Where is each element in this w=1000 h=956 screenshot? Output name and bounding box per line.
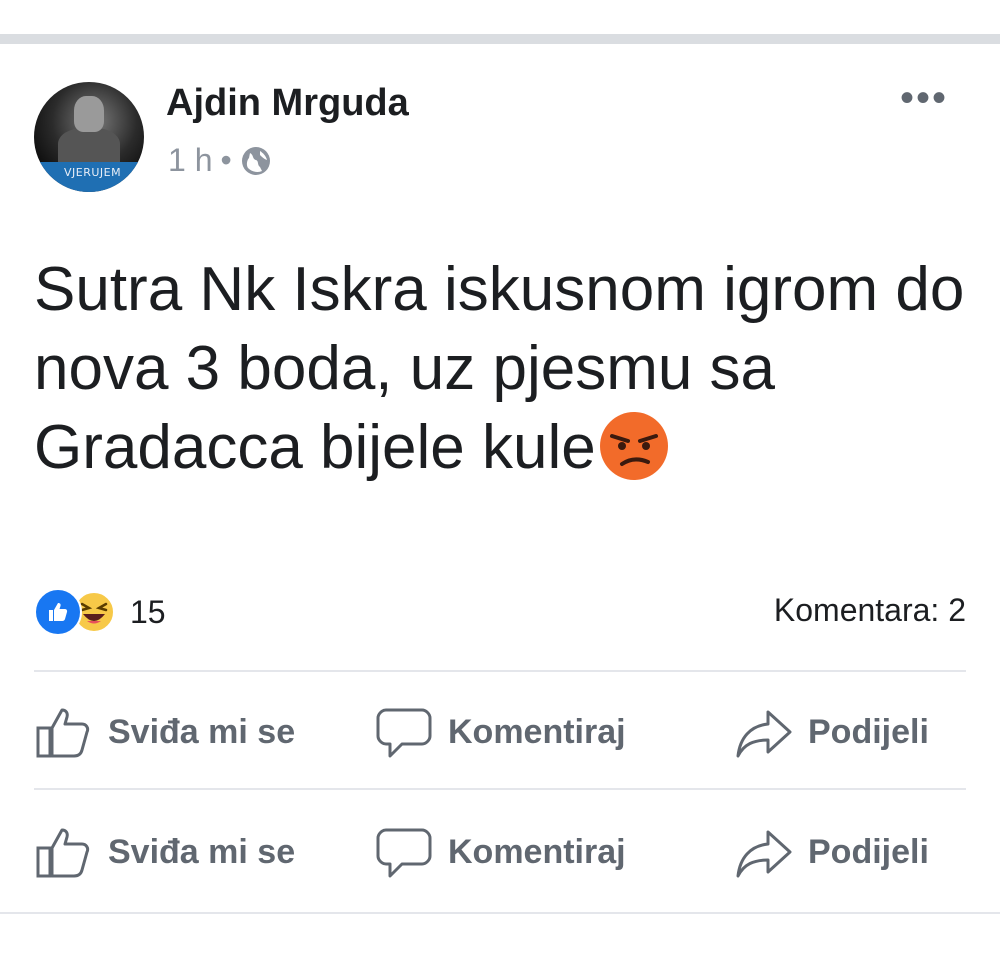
like-label: Sviđa mi se: [108, 712, 296, 751]
avatar[interactable]: VJERUJEM: [34, 82, 144, 192]
share-label: Podijeli: [808, 832, 929, 871]
action-bar: Sviđa mi se Komentiraj Podijeli: [0, 694, 1000, 774]
comment-button[interactable]: Komentiraj: [374, 822, 626, 882]
thumbs-up-icon: [49, 603, 68, 621]
like-button[interactable]: Sviđa mi se: [34, 702, 295, 762]
share-label: Podijeli: [808, 712, 929, 751]
reactions-summary[interactable]: 15: [34, 588, 166, 636]
post-time[interactable]: 1 h: [168, 142, 212, 179]
like-icon: [36, 708, 90, 758]
share-button[interactable]: Podijeli: [734, 822, 929, 882]
comment-label: Komentiraj: [448, 832, 626, 871]
globe-icon: [241, 146, 270, 175]
like-button[interactable]: Sviđa mi se: [34, 822, 295, 882]
angry-emoji-icon: [599, 412, 668, 480]
more-options-icon[interactable]: •••: [900, 78, 948, 118]
meta-separator: •: [220, 142, 232, 178]
author-name[interactable]: Ajdin Mrguda: [166, 82, 409, 125]
share-button[interactable]: Podijeli: [734, 702, 929, 762]
comments-count[interactable]: Komentara: 2: [774, 592, 966, 629]
post-body: Sutra Nk Iskra iskusnom igrom do nova 3 …: [34, 255, 965, 482]
comment-button[interactable]: Komentiraj: [374, 702, 626, 762]
like-reaction-icon: [34, 588, 82, 636]
like-icon: [36, 828, 90, 878]
avatar-figure-head: [74, 96, 104, 132]
comment-icon: [376, 708, 432, 758]
feed-divider: [0, 34, 1000, 44]
reaction-count: 15: [130, 593, 166, 630]
bottom-divider: [0, 912, 1000, 914]
like-label: Sviđa mi se: [108, 832, 296, 871]
avatar-band-text: VJERUJEM: [64, 166, 122, 179]
divider: [34, 788, 966, 790]
post-text: Sutra Nk Iskra iskusnom igrom do nova 3 …: [34, 250, 974, 487]
previous-post-cutoff: [0, 0, 1000, 32]
post-meta: 1 h •: [168, 142, 272, 179]
share-icon: [736, 710, 792, 758]
comment-icon: [376, 828, 432, 878]
share-icon: [736, 830, 792, 878]
action-bar-repeat: Sviđa mi se Komentiraj Podijeli: [0, 814, 1000, 894]
comment-label: Komentiraj: [448, 712, 626, 751]
divider: [34, 670, 966, 672]
